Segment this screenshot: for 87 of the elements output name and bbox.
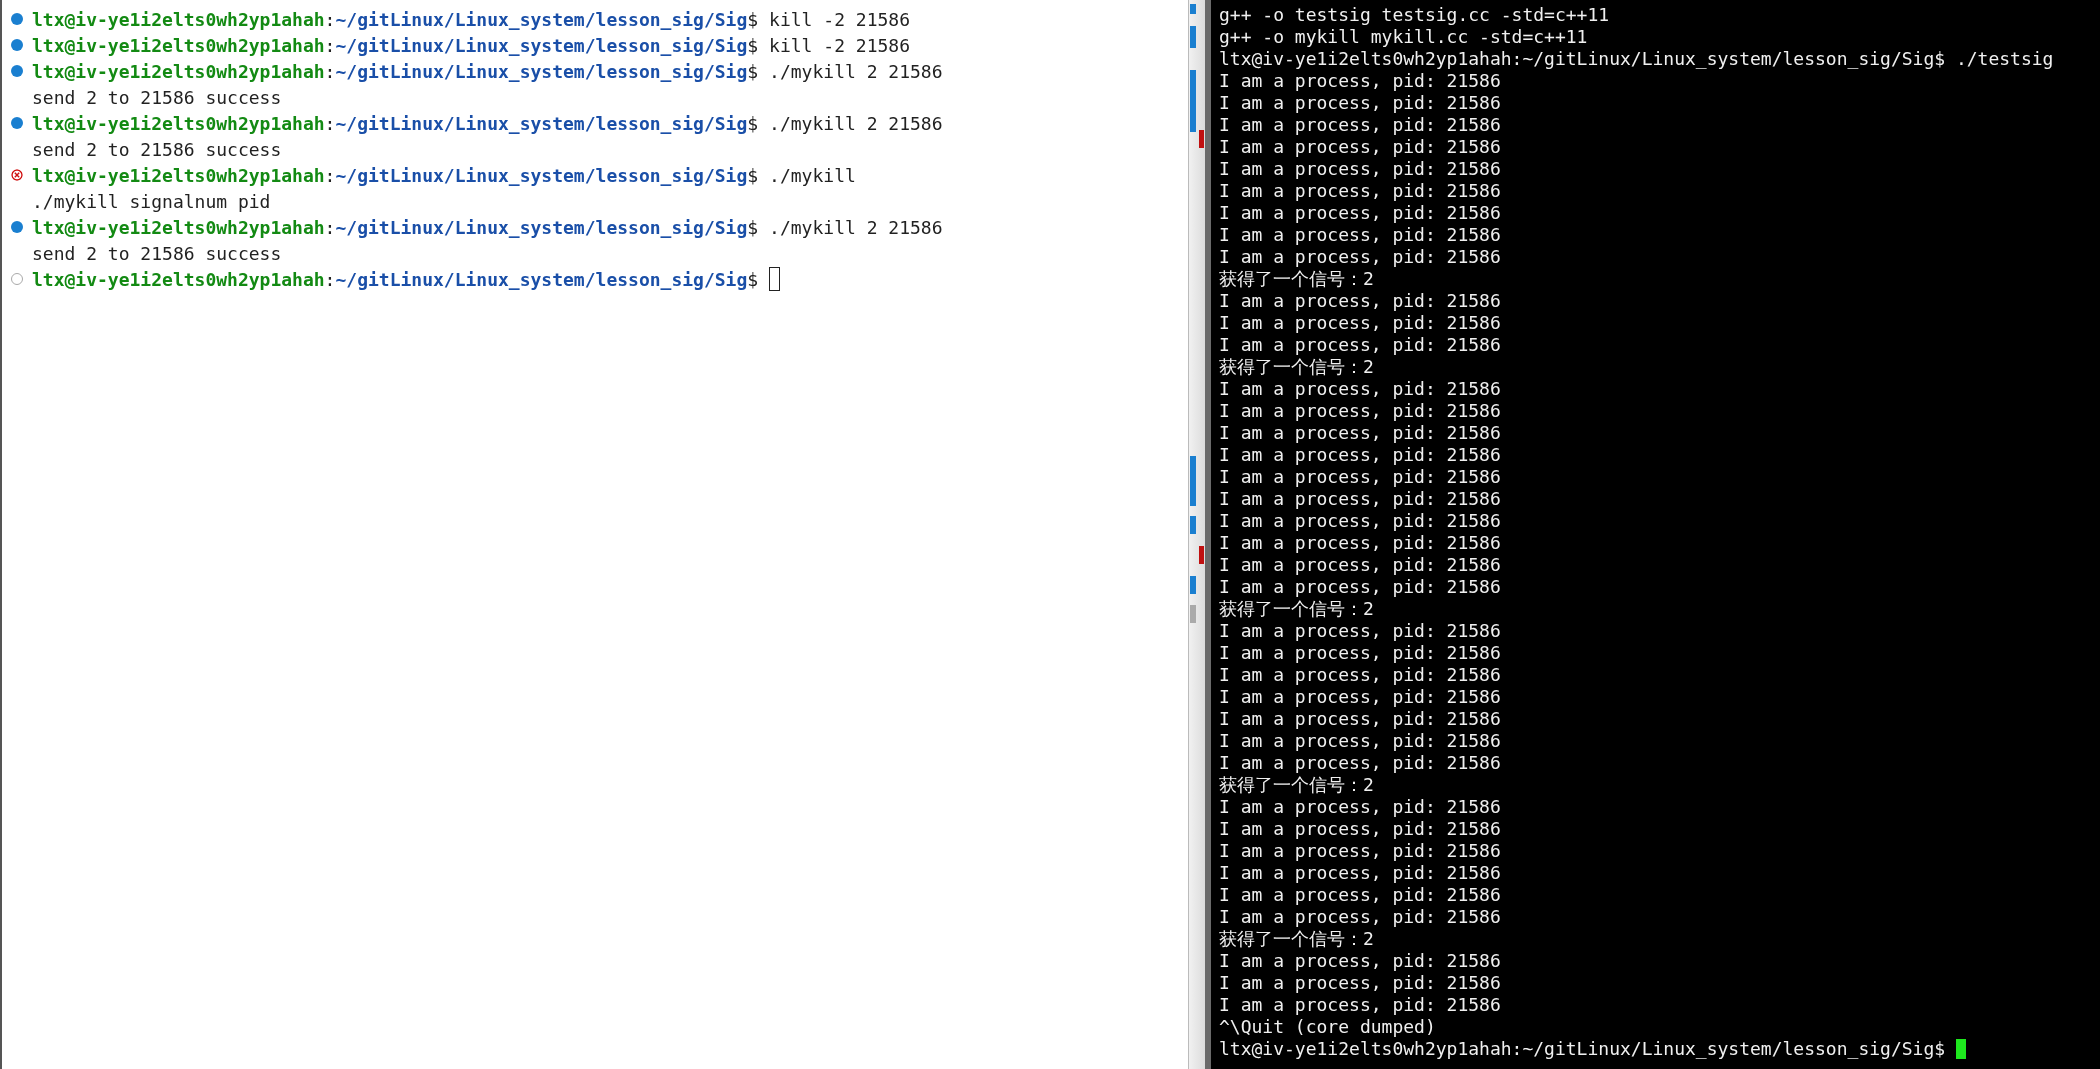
prompt-sigil: $: [747, 60, 759, 82]
terminal-line: I am a process, pid: 21586: [1219, 334, 1501, 356]
terminal-line: I am a process, pid: 21586: [1219, 400, 1501, 422]
terminal-line: ^\Quit (core dumped): [1219, 1016, 1436, 1038]
terminal-line: I am a process, pid: 21586: [1219, 92, 1501, 114]
terminal-line: I am a process, pid: 21586: [1219, 532, 1501, 554]
output-text: ./mykill signalnum pid: [32, 190, 271, 212]
terminal-line: I am a process, pid: 21586: [1219, 378, 1501, 400]
terminal-line: I am a process, pid: 21586: [1219, 180, 1501, 202]
terminal-line: I am a process, pid: 21586: [1219, 906, 1501, 928]
prompt-separator: :: [324, 34, 336, 56]
terminal-line: I am a process, pid: 21586: [1219, 422, 1501, 444]
output-text: send 2 to 21586 success: [32, 86, 282, 108]
terminal-line: ltx@iv-ye1i2elts0wh2yp1ahah:~/gitLinux/Linux_system/lesson_sig/Sig$ ./testsig: [1219, 48, 2054, 70]
terminal-line: I am a process, pid: 21586: [1219, 642, 1501, 664]
prompt-user-host: ltx@iv-ye1i2elts0wh2yp1ahah: [32, 268, 325, 290]
terminal-line: I am a process, pid: 21586: [1219, 224, 1501, 246]
prompt-path: ~/gitLinux/Linux_system/lesson_sig/Sig: [335, 8, 748, 30]
prompt-user-host: ltx@iv-ye1i2elts0wh2yp1ahah: [32, 112, 325, 134]
prompt-user-host: ltx@iv-ye1i2elts0wh2yp1ahah: [32, 164, 325, 186]
terminal-line: I am a process, pid: 21586: [1219, 114, 1501, 136]
terminal-line: I am a process, pid: 21586: [1219, 246, 1501, 268]
prompt-separator: :: [324, 216, 336, 238]
output-text: send 2 to 21586 success: [32, 242, 282, 264]
terminal-line: I am a process, pid: 21586: [1219, 796, 1501, 818]
command-text: kill -2 21586: [769, 34, 910, 56]
terminal-line: I am a process, pid: 21586: [1219, 312, 1501, 334]
terminal-line: I am a process, pid: 21586: [1219, 444, 1501, 466]
terminal-line: I am a process, pid: 21586: [1219, 840, 1501, 862]
prompt-sigil: $: [747, 216, 759, 238]
terminal-line: I am a process, pid: 21586: [1219, 488, 1501, 510]
terminal-line: I am a process, pid: 21586: [1219, 972, 1501, 994]
prompt-path: ~/gitLinux/Linux_system/lesson_sig/Sig: [335, 216, 748, 238]
terminal-line: I am a process, pid: 21586: [1219, 686, 1501, 708]
prompt-sigil: $: [747, 164, 759, 186]
terminal-line: I am a process, pid: 21586: [1219, 136, 1501, 158]
terminal-line: I am a process, pid: 21586: [1219, 158, 1501, 180]
terminal-line: I am a process, pid: 21586: [1219, 884, 1501, 906]
prompt-sigil: $: [747, 34, 759, 56]
terminal-line: I am a process, pid: 21586: [1219, 818, 1501, 840]
command-text: kill -2 21586: [769, 8, 910, 30]
terminal-line: g++ -o mykill mykill.cc -std=c++11: [1219, 26, 1588, 48]
terminal-line: I am a process, pid: 21586: [1219, 950, 1501, 972]
command-text: ./mykill 2 21586: [769, 216, 943, 238]
prompt-sigil: $: [747, 8, 759, 30]
terminal-line: I am a process, pid: 21586: [1219, 730, 1501, 752]
terminal-line: 获得了一个信号：2: [1219, 268, 1374, 290]
prompt-path: ~/gitLinux/Linux_system/lesson_sig/Sig: [335, 60, 748, 82]
terminal-line: I am a process, pid: 21586: [1219, 862, 1501, 884]
output-text: send 2 to 21586 success: [32, 138, 282, 160]
prompt-user-host: ltx@iv-ye1i2elts0wh2yp1ahah: [32, 60, 325, 82]
prompt-path: ~/gitLinux/Linux_system/lesson_sig/Sig: [335, 268, 748, 290]
command-text: ./mykill 2 21586: [769, 60, 943, 82]
terminal-line: I am a process, pid: 21586: [1219, 576, 1501, 598]
prompt-separator: :: [324, 164, 336, 186]
command-text: ./mykill: [769, 164, 856, 186]
prompt-separator: :: [324, 60, 336, 82]
terminal-line: I am a process, pid: 21586: [1219, 994, 1501, 1016]
terminal-line: I am a process, pid: 21586: [1219, 202, 1501, 224]
terminal-line: 获得了一个信号：2: [1219, 928, 1374, 950]
terminal-line: ltx@iv-ye1i2elts0wh2yp1ahah:~/gitLinux/Linux_system/lesson_sig/Sig$: [1219, 1038, 1947, 1060]
terminal-line: I am a process, pid: 21586: [1219, 554, 1501, 576]
prompt-path: ~/gitLinux/Linux_system/lesson_sig/Sig: [335, 112, 748, 134]
terminal-line: 获得了一个信号：2: [1219, 598, 1374, 620]
prompt-user-host: ltx@iv-ye1i2elts0wh2yp1ahah: [32, 34, 325, 56]
terminal-line: I am a process, pid: 21586: [1219, 664, 1501, 686]
prompt-separator: :: [324, 8, 336, 30]
prompt-user-host: ltx@iv-ye1i2elts0wh2yp1ahah: [32, 216, 325, 238]
prompt-path: ~/gitLinux/Linux_system/lesson_sig/Sig: [335, 164, 748, 186]
terminal-line: I am a process, pid: 21586: [1219, 752, 1501, 774]
prompt-separator: :: [324, 112, 336, 134]
terminal-line: I am a process, pid: 21586: [1219, 510, 1501, 532]
prompt-user-host: ltx@iv-ye1i2elts0wh2yp1ahah: [32, 8, 325, 30]
prompt-path: ~/gitLinux/Linux_system/lesson_sig/Sig: [335, 34, 748, 56]
terminal-line: I am a process, pid: 21586: [1219, 290, 1501, 312]
scrollbar-overview-ruler[interactable]: [1188, 0, 1205, 1069]
prompt-sigil: $: [747, 268, 759, 290]
command-text: ./mykill 2 21586: [769, 112, 943, 134]
terminal-line: I am a process, pid: 21586: [1219, 620, 1501, 642]
terminal-line: I am a process, pid: 21586: [1219, 70, 1501, 92]
terminal-line: I am a process, pid: 21586: [1219, 466, 1501, 488]
terminal-line: 获得了一个信号：2: [1219, 774, 1374, 796]
terminal-line: g++ -o testsig testsig.cc -std=c++11: [1219, 4, 1610, 26]
terminal-line: I am a process, pid: 21586: [1219, 708, 1501, 730]
prompt-separator: :: [324, 268, 336, 290]
prompt-sigil: $: [747, 112, 759, 134]
terminal-line: 获得了一个信号：2: [1219, 356, 1374, 378]
